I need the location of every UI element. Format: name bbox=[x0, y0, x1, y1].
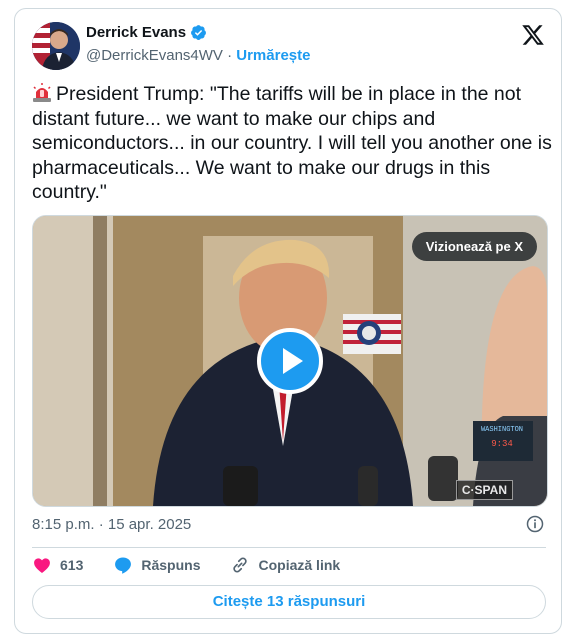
play-button[interactable] bbox=[257, 328, 323, 394]
handle-line: @DerrickEvans4WV · Urmărește bbox=[86, 47, 310, 64]
like-count: 613 bbox=[60, 557, 84, 573]
read-replies-button[interactable]: Citește 13 răspunsuri bbox=[32, 585, 546, 619]
divider bbox=[32, 547, 546, 548]
copy-link-label: Copiază link bbox=[258, 557, 341, 573]
avatar[interactable] bbox=[32, 22, 80, 70]
author-name[interactable]: Derrick Evans bbox=[86, 24, 186, 41]
video-player[interactable]: Vizionează pe X WASHINGTON 9:34 C·SPAN bbox=[32, 215, 548, 507]
clock-time: 9:34 bbox=[491, 439, 513, 449]
verified-badge-icon bbox=[191, 25, 207, 40]
reply-bubble-icon bbox=[115, 557, 132, 574]
info-icon[interactable] bbox=[525, 514, 545, 534]
tweet-text: President Trump: "The tariffs will be in… bbox=[32, 83, 552, 203]
link-icon bbox=[233, 557, 248, 573]
author-name-row[interactable]: Derrick Evans bbox=[86, 24, 207, 41]
timestamp[interactable]: 8:15 p.m. · 15 apr. 2025 bbox=[32, 516, 191, 533]
action-bar: 613 Răspuns Copiază link bbox=[32, 555, 370, 575]
rotating-light-emoji-icon bbox=[33, 83, 51, 102]
heart-icon bbox=[34, 558, 50, 573]
reply-label: Răspuns bbox=[141, 557, 201, 573]
separator-dot: · bbox=[227, 47, 233, 64]
watch-on-x-button[interactable]: Vizionează pe X bbox=[411, 232, 537, 261]
tweet-text-block: President Trump: "The tariffs will be in… bbox=[32, 82, 552, 205]
reply-button[interactable]: Răspuns bbox=[113, 555, 200, 575]
clock-overlay: WASHINGTON 9:34 bbox=[474, 423, 530, 457]
x-logo-icon[interactable] bbox=[521, 23, 545, 47]
play-icon bbox=[283, 348, 303, 374]
clock-label: WASHINGTON bbox=[480, 426, 523, 434]
author-handle[interactable]: @DerrickEvans4WV bbox=[86, 47, 223, 64]
like-button[interactable]: 613 bbox=[32, 555, 83, 575]
follow-button[interactable]: Urmărește bbox=[236, 47, 310, 64]
tweet-card: Derrick Evans @DerrickEvans4WV · Urmăreș… bbox=[14, 8, 562, 634]
copy-link-button[interactable]: Copiază link bbox=[230, 555, 340, 575]
network-logo: C·SPAN bbox=[455, 480, 513, 500]
